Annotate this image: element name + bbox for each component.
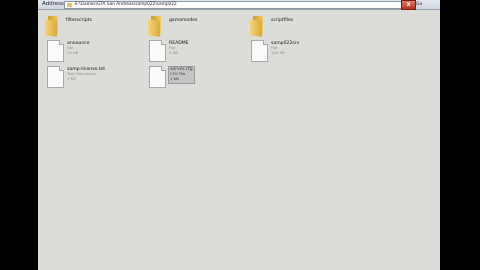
address-label: Address [42,1,64,7]
folder-icon [43,14,65,37]
item-size: 12 KB [67,50,79,55]
item-size: 1 KB [170,76,179,81]
address-input[interactable]: E:\Games\GTA San Andreas\samp022\samp022… [64,1,406,9]
file-item[interactable]: announce File 12 KB [47,40,107,62]
address-path: E:\Games\GTA San Andreas\samp022\samp022 [75,2,177,7]
item-name: scriptfiles [271,18,294,23]
close-button[interactable]: x [401,0,416,10]
folder-icon [146,14,168,37]
go-label: Go [416,2,423,7]
file-icon [47,40,64,62]
file-icon [47,66,64,88]
item-size: 135 KB [271,50,285,55]
file-item[interactable]: samp-license.txt Text Document 1 KB [47,66,117,88]
file-icon [149,40,166,62]
item-size: 2 KB [169,50,178,55]
file-icon [251,40,268,62]
folder-item[interactable]: gamemodes [146,14,206,37]
file-item[interactable]: samp022srv File 135 KB [251,40,311,62]
address-bar: Address E:\Games\GTA San Andreas\samp022… [38,0,440,10]
folder-icon [67,3,72,7]
file-item-selected[interactable]: server.cfg CFG File 1 KB [149,66,209,88]
file-item[interactable]: README File 2 KB [149,40,209,62]
file-icon [149,66,166,88]
item-name: gamemodes [169,18,198,23]
item-name: filterscripts [66,18,92,23]
black-border [440,0,480,270]
folder-item[interactable]: scriptfiles [248,14,308,37]
explorer-window: Address E:\Games\GTA San Andreas\samp022… [38,0,440,270]
item-size: 1 KB [67,76,76,81]
folder-item[interactable]: filterscripts [43,14,103,37]
folder-icon [248,14,270,37]
